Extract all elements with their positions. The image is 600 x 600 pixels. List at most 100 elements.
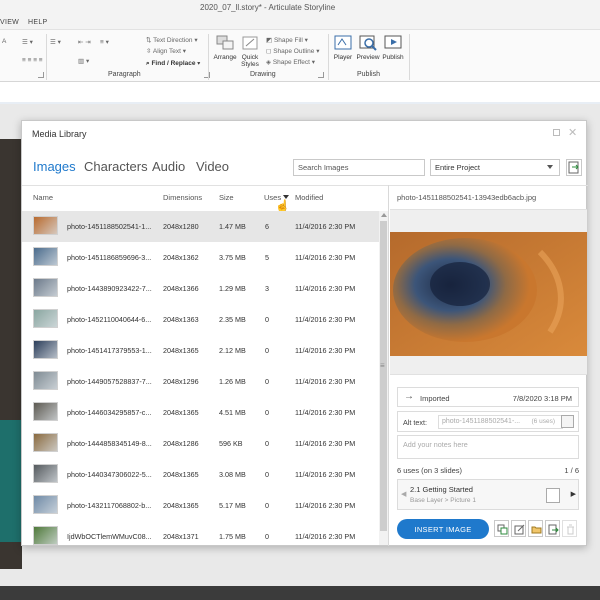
preview-button[interactable]: Preview (355, 34, 381, 61)
column-header-dimensions[interactable]: Dimensions (163, 193, 202, 202)
font-size-icon[interactable]: A (2, 38, 6, 45)
cell-uses: 0 (265, 346, 269, 355)
arrange-button[interactable]: Arrange (212, 34, 238, 61)
menu-help[interactable]: HELP (28, 19, 48, 26)
paragraph-launcher-icon[interactable] (204, 72, 210, 78)
cell-name: photo-1446034295857-c... (67, 408, 152, 417)
cell-modified: 11/4/2016 2:30 PM (295, 532, 356, 541)
uses-page: 1 / 6 (564, 466, 579, 475)
open-folder-button[interactable] (528, 520, 543, 537)
export-button[interactable] (566, 159, 582, 176)
tab-characters[interactable]: Characters (84, 159, 148, 174)
table-row[interactable]: IjdWbOCTlemWMuvC08... 2048x1371 1.75 MB 0 11… (22, 521, 379, 552)
line-spacing-icon[interactable]: ≡ ▾ (100, 38, 109, 46)
cell-name: photo-1451417379553-1... (67, 346, 152, 355)
cell-size: 3.75 MB (219, 253, 246, 262)
table-row[interactable]: photo-1432117068802-b... 2048x1365 5.17 MB… (22, 490, 379, 521)
next-arrow-icon[interactable]: ▶ (571, 490, 576, 498)
previous-arrow-icon[interactable]: ◀ (401, 490, 406, 498)
text-direction-button[interactable]: ⇅ Text Direction ▾ (146, 36, 198, 44)
table-row[interactable]: photo-1443890923422-7... 2048x1366 1.29 MB… (22, 273, 379, 304)
table-row[interactable]: photo-1451186859696-3... 2048x1362 3.75 MB… (22, 242, 379, 273)
replace-button[interactable] (494, 520, 509, 537)
edit-button[interactable] (511, 520, 526, 537)
preview-filename: photo-1451188502541-13943edb6acb.jpg (397, 193, 537, 202)
scrollbar-thumb[interactable] (380, 221, 387, 531)
thumbnail-image (33, 371, 58, 390)
slide-ref-path: Base Layer > Picture 1 (410, 497, 476, 504)
cell-dimensions: 2048x1365 (163, 408, 199, 417)
slide-reference[interactable]: ◀ 2.1 Getting Started Base Layer > Pictu… (397, 479, 579, 510)
cell-modified: 11/4/2016 2:30 PM (295, 439, 356, 448)
close-icon[interactable]: ✕ (568, 126, 577, 139)
shape-effect-button[interactable]: ◈ Shape Effect ▾ (266, 58, 315, 66)
maximize-icon[interactable] (553, 129, 560, 136)
table-row[interactable]: photo-1449057528837-7... 2048x1296 1.26 MB… (22, 366, 379, 397)
column-header-modified[interactable]: Modified (295, 193, 323, 202)
list-scrollbar[interactable] (379, 211, 388, 545)
thumbnail-image (33, 216, 58, 235)
tab-audio[interactable]: Audio (152, 159, 185, 174)
cell-modified: 11/4/2016 2:30 PM (295, 315, 356, 324)
trash-icon (567, 524, 574, 535)
cell-uses: 0 (265, 439, 269, 448)
find-replace-button[interactable]: ⌕ Find / Replace ▾ (146, 60, 200, 68)
shape-fill-button[interactable]: ◩ Shape Fill ▾ (266, 36, 308, 44)
insert-image-button[interactable]: INSERT IMAGE (397, 519, 489, 539)
media-library-dialog: Media Library ✕ Images Characters Audio … (21, 120, 588, 546)
scroll-up-icon[interactable] (381, 213, 387, 217)
delete-button[interactable] (562, 520, 577, 537)
cell-modified: 11/4/2016 2:30 PM (295, 346, 356, 355)
export-media-button[interactable] (545, 520, 560, 537)
export-icon (548, 524, 559, 535)
bullets-icon[interactable]: ☰ ▾ (22, 38, 33, 46)
folder-icon (531, 526, 542, 534)
drawing-launcher-icon[interactable] (318, 72, 324, 78)
preview-label: Preview (356, 54, 380, 61)
cell-modified: 11/4/2016 2:30 PM (295, 377, 356, 386)
font-launcher-icon[interactable] (38, 72, 44, 78)
cell-size: 596 KB (219, 439, 243, 448)
pane-splitter[interactable] (388, 185, 389, 546)
picture-icon[interactable] (546, 488, 560, 503)
publish-button[interactable]: Publish (381, 34, 405, 61)
cell-uses: 0 (265, 408, 269, 417)
table-row[interactable]: photo-1446034295857-c... 2048x1365 4.51 MB… (22, 397, 379, 428)
preview-image (390, 232, 587, 356)
table-row[interactable]: photo-1451188502541-1... 2048x1280 1.47 MB… (22, 211, 379, 242)
quick-styles-icon (242, 36, 258, 50)
notes-field[interactable]: Add your notes here (397, 435, 579, 459)
shape-outline-button[interactable]: ◻ Shape Outline ▾ (266, 47, 319, 55)
scope-dropdown[interactable]: Entire Project (430, 159, 560, 176)
search-input[interactable]: Search Images (293, 159, 425, 176)
align-left-icon[interactable]: ≡ ≡ ≡ ≡ (22, 57, 43, 64)
publish-icon (384, 35, 402, 49)
splitter-grip-icon[interactable]: ≡ (380, 361, 385, 370)
cell-name: photo-1432117068802-b... (67, 501, 152, 510)
header-divider (22, 185, 588, 186)
alt-text-apply-button[interactable] (561, 415, 574, 428)
column-header-size[interactable]: Size (219, 193, 234, 202)
table-row[interactable]: photo-1440347306022-5... 2048x1365 3.08 MB… (22, 459, 379, 490)
tab-images[interactable]: Images (33, 159, 76, 174)
cell-name: photo-1444858345149-8... (67, 439, 152, 448)
column-header-name[interactable]: Name (33, 193, 53, 202)
imported-date: 7/8/2020 3:18 PM (512, 394, 572, 403)
indent-icon[interactable]: ⇤ ⇥ (78, 38, 91, 46)
cell-uses: 0 (265, 532, 269, 541)
align-text-button[interactable]: ⇳ Align Text ▾ (146, 47, 186, 55)
thumbnail-image (33, 464, 58, 483)
menu-view[interactable]: VIEW (0, 19, 19, 26)
player-button[interactable]: Player (331, 34, 355, 61)
table-row[interactable]: photo-1444858345149-8... 2048x1286 596 KB 0… (22, 428, 379, 459)
numbering-icon[interactable]: ☰ ▾ (50, 38, 61, 46)
quick-styles-button[interactable]: Quick Styles (238, 34, 262, 68)
thumbnail-image (33, 340, 58, 359)
table-row[interactable]: photo-1452110040644-6... 2048x1363 2.35 MB… (22, 304, 379, 335)
cell-uses: 0 (265, 377, 269, 386)
cell-dimensions: 2048x1362 (163, 253, 199, 262)
tab-video[interactable]: Video (196, 159, 229, 174)
column-icon[interactable]: ▥ ▾ (78, 57, 89, 65)
slide-ref-title: 2.1 Getting Started (410, 485, 473, 494)
table-row[interactable]: photo-1451417379553-1... 2048x1365 2.12 MB… (22, 335, 379, 366)
